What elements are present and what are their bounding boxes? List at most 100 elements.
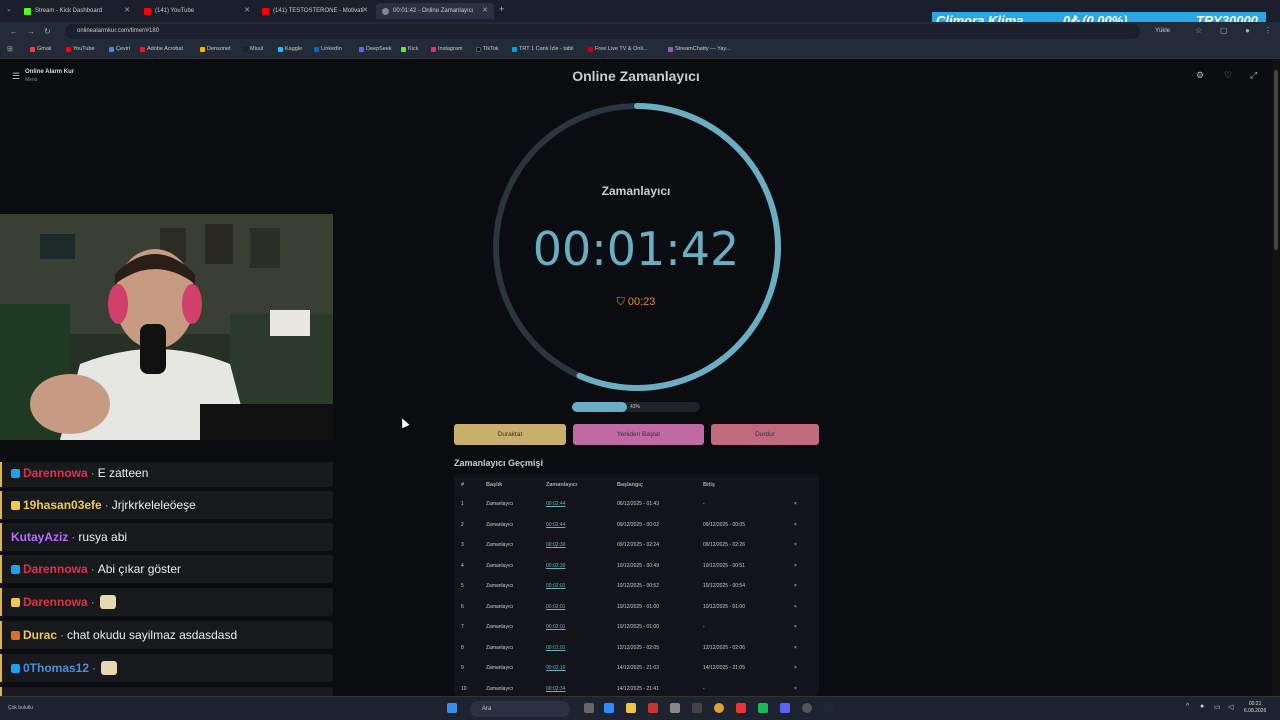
bookmark[interactable]: YouTube (66, 46, 95, 52)
app-icon[interactable] (648, 703, 658, 713)
page-scrollbar[interactable] (1272, 60, 1280, 696)
tab-search-icon[interactable]: ⌄ (6, 5, 12, 13)
history-duration-link[interactable]: 00:01:01 (546, 645, 565, 651)
col-header: Bitiş (703, 482, 715, 488)
chat-username[interactable]: Darennowa (23, 466, 88, 480)
bookmark[interactable]: Kaggle (278, 46, 302, 52)
star-icon[interactable]: ☆ (1195, 26, 1202, 35)
chat-text: E zatteen (97, 466, 149, 480)
delete-icon[interactable]: × (794, 501, 797, 507)
bulb-icon[interactable]: ♡ (1224, 70, 1232, 81)
delete-icon[interactable]: × (794, 686, 797, 692)
close-icon[interactable]: ✕ (362, 6, 368, 14)
bookmark[interactable]: Free Live TV & Onli... (588, 46, 647, 52)
bookmark[interactable]: TikTok (476, 46, 499, 52)
delete-icon[interactable]: × (794, 583, 797, 589)
youtube-icon[interactable] (736, 703, 746, 713)
history-duration-link[interactable]: 00:02:44 (546, 501, 565, 507)
bookmark[interactable]: Kick (401, 46, 418, 52)
copilot-icon[interactable] (604, 703, 614, 713)
bookmark[interactable]: Gmail (30, 46, 51, 52)
tray-up-icon[interactable]: ^ (1186, 703, 1189, 710)
delete-icon[interactable]: × (794, 645, 797, 651)
bookmark[interactable]: Instagram (431, 46, 462, 52)
history-duration-link[interactable]: 00:02:01 (546, 583, 565, 589)
app-icon[interactable] (758, 703, 768, 713)
tab-timer[interactable]: 00:01:42 - Online Zamanlayıcı ✕ (376, 3, 494, 19)
delete-icon[interactable]: × (794, 665, 797, 671)
close-icon[interactable]: ✕ (482, 6, 488, 14)
explorer-icon[interactable] (626, 703, 636, 713)
task-view-icon[interactable] (584, 703, 594, 713)
clock[interactable]: 00:21 6.08.2026 (1244, 701, 1266, 715)
fullscreen-icon[interactable]: ⤢ (1250, 70, 1257, 81)
chat-username[interactable]: Darennowa (23, 562, 88, 576)
discord-icon[interactable] (780, 703, 790, 713)
delete-icon[interactable]: × (794, 624, 797, 630)
history-duration-link[interactable]: 00:02:30 (546, 542, 565, 548)
steam-icon[interactable] (824, 703, 834, 713)
site-brand[interactable]: Online Alarm Kur (25, 69, 74, 75)
extensions-icon[interactable]: ▢ (1220, 26, 1228, 35)
reload-icon[interactable]: ↻ (44, 27, 51, 36)
pause-button[interactable]: Duraktat (454, 424, 566, 445)
bookmark[interactable]: Çeviri (109, 46, 130, 52)
youtube-icon (144, 7, 151, 15)
profile-icon[interactable]: ● (1245, 26, 1250, 35)
apps-icon[interactable]: ⊞ (7, 45, 13, 53)
chrome-icon[interactable] (714, 703, 724, 713)
start-icon[interactable] (447, 703, 457, 713)
history-row: 6 Zamanlayıcı 00:02:01 10/12/2025 - 01:00 10… (454, 597, 819, 617)
bookmark[interactable]: Adobe Acrobat (140, 46, 183, 52)
close-icon[interactable]: ✕ (244, 6, 250, 14)
history-cell: 06/12/2025 - 01:43 (617, 501, 659, 507)
delete-icon[interactable]: × (794, 522, 797, 528)
hamburger-menu-icon[interactable]: ☰ (12, 71, 20, 82)
settings-icon[interactable]: ⚙ (1196, 70, 1204, 81)
site-brand-sub: Menü (25, 77, 38, 83)
history-duration-link[interactable]: 00:02:10 (546, 665, 565, 671)
volume-icon[interactable]: ◁ (1228, 703, 1233, 711)
chat-username[interactable]: Durac (23, 628, 57, 642)
taskbar-search[interactable]: Ara (470, 701, 570, 717)
history-cell: Zamanlayıcı (486, 624, 514, 630)
app-icon[interactable] (692, 703, 702, 713)
bookmark[interactable]: TRT 1 Canlı İzle - tabii (512, 46, 574, 52)
history-duration-link[interactable]: 00:02:01 (546, 604, 565, 610)
chat-username[interactable]: 0Thomas12 (23, 661, 89, 675)
close-icon[interactable]: ✕ (124, 6, 130, 14)
tab-testosterone[interactable]: (141) TESTOSTERONE - Motivati ✕ (256, 3, 374, 19)
obs-icon[interactable] (802, 703, 812, 713)
menu-icon[interactable]: ⋮ (1264, 26, 1272, 35)
bookmark[interactable]: DeepSeek (359, 46, 392, 52)
bookmark[interactable]: LinkedIn (314, 46, 342, 52)
delete-icon[interactable]: × (794, 563, 797, 569)
bookmark[interactable]: StreamChatty — Yay... (668, 46, 730, 52)
tab-kick[interactable]: Stream - Kick Dashboard ✕ (18, 3, 136, 19)
mic-icon[interactable]: ● (1200, 703, 1204, 710)
app-icon[interactable] (670, 703, 680, 713)
scrollbar-thumb[interactable] (1274, 70, 1278, 250)
bookmark[interactable]: Densonet (200, 46, 231, 52)
bookmark[interactable]: Miuul (243, 46, 263, 52)
restart-button[interactable]: Yeniden Başlat (573, 424, 704, 445)
url-field[interactable]: onlinealarmkur.com/timer/#180 Yükle (65, 24, 1170, 39)
history-duration-link[interactable]: 00:02:01 (546, 624, 565, 630)
history-duration-link[interactable]: 00:02:44 (546, 522, 565, 528)
forward-icon[interactable]: → (27, 27, 35, 36)
chat-text: Jrjrkrkeleleöeşe (111, 498, 196, 512)
new-tab-icon[interactable]: + (499, 4, 504, 14)
history-duration-link[interactable]: 00:02:30 (546, 563, 565, 569)
delete-icon[interactable]: × (794, 542, 797, 548)
chat-username[interactable]: KutayAziz (11, 530, 68, 544)
chat-username[interactable]: Darennowa (23, 595, 88, 609)
network-icon[interactable]: ▭ (1214, 703, 1221, 711)
delete-icon[interactable]: × (794, 604, 797, 610)
back-icon[interactable]: ← (10, 27, 18, 36)
tab-youtube[interactable]: (141) YouTube ✕ (138, 3, 256, 19)
history-cell: - (703, 685, 705, 692)
shield-icon: ⛉ (616, 296, 628, 308)
stop-button[interactable]: Durdur (711, 424, 819, 445)
chat-username[interactable]: 19hasan03efe (23, 498, 102, 512)
history-duration-link[interactable]: 00:02:34 (546, 686, 565, 692)
